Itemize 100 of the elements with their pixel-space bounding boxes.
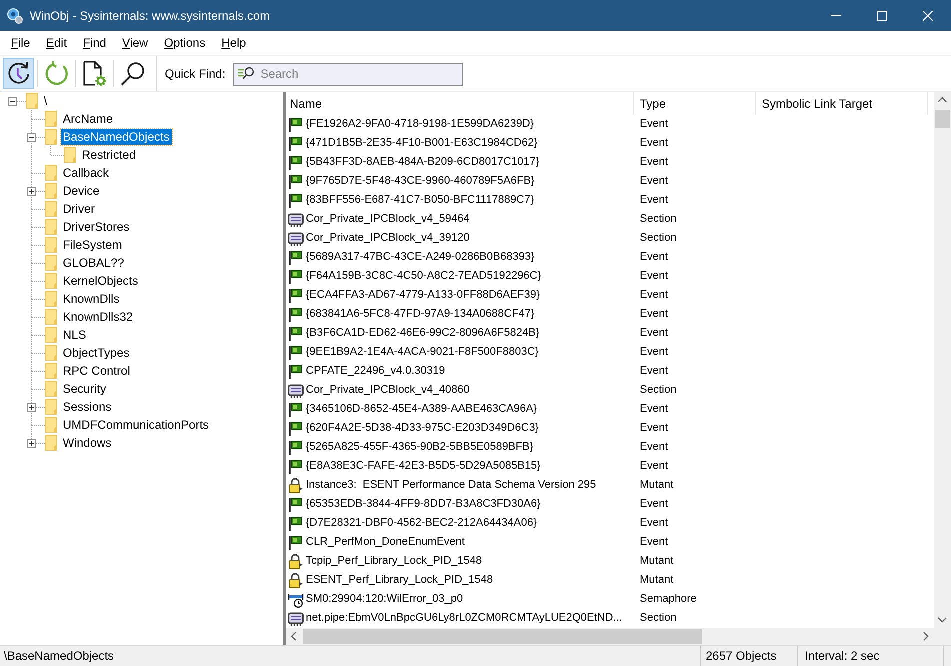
name-cell[interactable]: {F64A159B-3C8C-4C50-A8C2-7EAD5192296C} [306, 268, 542, 285]
name-cell[interactable]: net.pipe:EbmV0LnBpcGU6Ly8rL0ZCM0RCMTAyLUE2Q0EtND... [306, 610, 622, 627]
name-cell[interactable]: Instance3: ESENT Performance Data Schema Version 295 [306, 477, 596, 494]
tree-item[interactable]: KernelObjects [61, 273, 140, 289]
menu-item[interactable]: View [114, 34, 156, 52]
clock-refresh-icon [6, 60, 32, 86]
type-cell-text: Mutant [639, 478, 675, 494]
padlock-icon [288, 572, 304, 588]
tree-item[interactable]: GLOBAL?? [61, 255, 126, 271]
name-cell[interactable]: {9EE1B9A2-1E4A-4ACA-9021-F8F500F8803C} [306, 344, 539, 361]
collapse-toggle[interactable] [8, 97, 17, 106]
search-field[interactable]: Search [232, 62, 463, 86]
maximize-icon [877, 10, 887, 20]
menu-item[interactable]: Help [214, 34, 254, 52]
folder-icon [45, 237, 57, 253]
type-cell-text: Event [639, 174, 670, 190]
type-cell-text: Event [639, 117, 670, 132]
type-cell-text: Section [639, 231, 678, 246]
name-cell[interactable]: {9F765D7E-5F48-43CE-9960-460789F5A6FB} [306, 173, 535, 190]
expand-toggle[interactable] [27, 403, 36, 412]
flag-icon [288, 154, 304, 170]
menu-item[interactable]: Options [156, 34, 214, 52]
name-cell[interactable]: {3465106D-8652-45E4-A389-AABE463CA96A} [306, 401, 538, 418]
flag-icon [288, 496, 304, 512]
name-cell[interactable]: ESENT_Perf_Library_Lock_PID_1548 [306, 572, 494, 589]
memory-block-icon [288, 212, 304, 228]
name-cell[interactable]: CPFATE_22496_v4.0.30319 [306, 363, 446, 380]
scrollbar-thumb[interactable] [935, 110, 950, 128]
tree-item[interactable]: Windows [61, 435, 114, 451]
tree-item[interactable]: Callback [61, 165, 112, 181]
tree-item[interactable]: Sessions [61, 399, 114, 415]
flag-icon [288, 458, 304, 474]
type-cell-text: Event [639, 497, 670, 512]
menu-item[interactable]: File [3, 34, 38, 52]
flag-icon [288, 288, 304, 304]
tree-item[interactable]: Device [61, 183, 102, 199]
name-cell[interactable]: {ECA4FFA3-AD67-4779-A133-0FF88D6AEF39} [306, 287, 540, 304]
flag-icon [288, 344, 304, 360]
memory-block-icon [288, 382, 304, 398]
name-cell[interactable]: {83BFF556-E687-41C7-B050-BFC1117889C7} [306, 192, 534, 209]
scrollbar-thumb[interactable] [303, 629, 702, 644]
name-cell[interactable]: CLR_PerfMon_DoneEnumEvent [306, 534, 465, 551]
column-header[interactable]: Name [286, 92, 634, 115]
search-icon [120, 60, 146, 86]
type-cell-text: Event [639, 345, 670, 360]
tree-item[interactable]: BaseNamedObjects [61, 129, 172, 145]
tree-item[interactable]: Driver [61, 201, 97, 217]
expand-toggle[interactable] [27, 439, 36, 448]
column-header[interactable]: Symbolic Link Target [756, 92, 928, 115]
tree-item[interactable]: NLS [61, 327, 88, 343]
tree-item[interactable]: Security [61, 381, 108, 397]
flag-icon [288, 268, 304, 284]
tree-item[interactable]: Restricted [80, 147, 138, 163]
quick-find-label: Quick Find: [165, 66, 226, 82]
column-header[interactable]: Type [634, 92, 756, 115]
name-cell[interactable]: {620F4A2E-5D38-4D33-975C-E203D349D6C3} [306, 420, 539, 437]
collapse-toggle[interactable] [27, 133, 36, 142]
folder-icon [45, 309, 57, 325]
name-cell[interactable]: Tcpip_Perf_Library_Lock_PID_1548 [306, 553, 482, 570]
type-cell-text: Event [639, 459, 670, 474]
name-cell[interactable]: Cor_Private_IPCBlock_v4_59464 [306, 211, 470, 228]
tree-item[interactable]: KnownDlls32 [61, 309, 136, 325]
name-cell[interactable]: {65353EDB-3844-4FF9-8DD7-B3A8C3FD30A6} [306, 496, 541, 513]
flag-icon [288, 402, 304, 418]
type-cell-text: Mutant [639, 554, 675, 570]
tree-item[interactable]: FileSystem [61, 237, 124, 253]
tree-item[interactable]: ObjectTypes [61, 345, 132, 361]
type-cell-text: Event [639, 364, 670, 380]
tree-item[interactable]: \ [42, 93, 50, 109]
name-cell[interactable]: {5689A317-47BC-43CE-A249-0286B0B68393} [306, 249, 535, 266]
expand-toggle[interactable] [27, 187, 36, 196]
menu-item[interactable]: Edit [38, 34, 76, 52]
name-cell[interactable]: {5B43FF3D-8AEB-484A-B209-6CD8017C1017} [306, 154, 540, 171]
name-cell[interactable]: Cor_Private_IPCBlock_v4_40860 [306, 382, 470, 399]
flag-icon [288, 440, 304, 456]
name-cell[interactable]: {5265A825-455F-4365-90B2-5BB5E0589BFB} [306, 439, 534, 456]
folder-icon [45, 219, 57, 235]
name-cell[interactable]: {E8A38E3C-FAFE-42E3-B5D5-5D29A5085B15} [306, 458, 541, 475]
name-cell[interactable]: {FE1926A2-9FA0-4718-9198-1E599DA6239D} [306, 116, 534, 133]
tree-item[interactable]: KnownDlls [61, 291, 122, 307]
flag-icon [288, 250, 304, 266]
window-title: WinObj - Sysinternals: www.sysinternals.com [30, 8, 270, 24]
type-cell-text: Event [639, 155, 670, 170]
auto-refresh-button[interactable] [3, 58, 34, 89]
tree-item[interactable]: ArcName [61, 111, 116, 127]
menu-item[interactable]: Find [75, 34, 114, 52]
name-cell[interactable]: {B3F6CA1D-ED62-46E6-99C2-8096A6F5824B} [306, 325, 540, 342]
name-cell[interactable]: Cor_Private_IPCBlock_v4_39120 [306, 230, 470, 247]
folder-icon [45, 129, 57, 145]
name-cell[interactable]: {D7E28321-DBF0-4562-BEC2-212A64434A06} [306, 515, 538, 532]
tree-item[interactable]: UMDFCommunicationPorts [61, 417, 212, 433]
folder-icon [45, 417, 57, 433]
flag-icon [288, 306, 304, 322]
name-cell[interactable]: {683841A6-5FC8-47FD-97A9-134A0688CF47} [306, 306, 535, 323]
type-cell-text: Event [639, 136, 670, 152]
tree-item[interactable]: RPC Control [61, 363, 132, 379]
name-cell[interactable]: {471D1B5B-2E35-4F10-B001-E63C1984CD62} [306, 135, 538, 152]
tree-item[interactable]: DriverStores [61, 219, 132, 235]
type-cell-text: Event [639, 402, 670, 418]
name-cell[interactable]: SM0:29904:120:WilError_03_p0 [306, 591, 464, 608]
